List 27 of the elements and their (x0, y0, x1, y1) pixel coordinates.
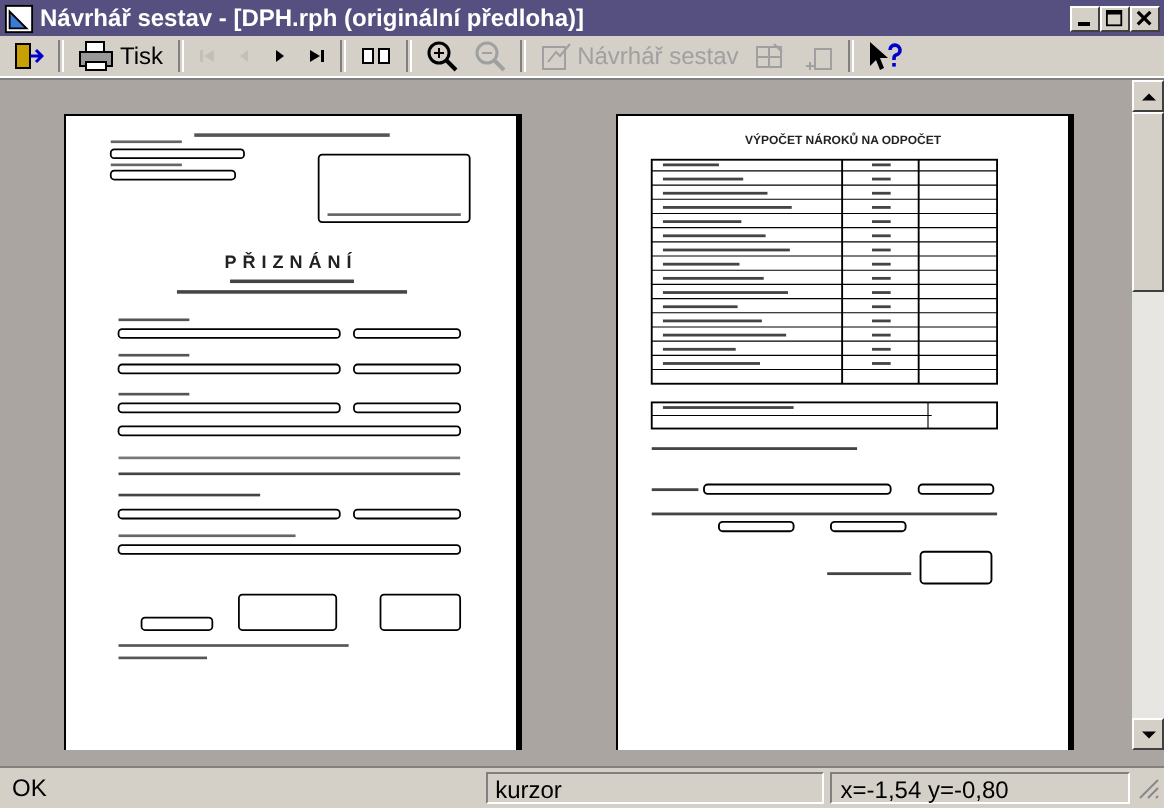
horizontal-scrollbar[interactable] (0, 750, 1164, 768)
coordinates-panel: x=-1,54 y=-0,80 (830, 772, 1131, 804)
zoom-out-icon (473, 40, 506, 72)
mode-panel: kurzor (485, 772, 825, 804)
print-button[interactable]: Tisk (70, 36, 172, 76)
printer-icon (78, 40, 114, 72)
close-button[interactable] (1130, 5, 1160, 31)
app-icon (4, 3, 34, 33)
chart-edit-icon (539, 40, 572, 72)
maximize-button[interactable] (1100, 5, 1130, 31)
last-page-icon (305, 46, 326, 66)
minimize-icon (1077, 22, 1089, 26)
close-icon (1136, 9, 1154, 27)
resize-grip-icon (1136, 776, 1160, 800)
status-message: OK (10, 772, 49, 804)
grid-icon (754, 40, 787, 72)
vertical-scrollbar[interactable] (1132, 80, 1164, 750)
two-pages-icon (359, 44, 392, 68)
help-icon (868, 40, 905, 72)
window-title: Návrhář sestav - [DPH.rph (originální předloha)] (40, 4, 585, 32)
scroll-down-icon[interactable] (1141, 727, 1155, 741)
maximize-icon (1106, 9, 1124, 27)
exit-door-icon (12, 40, 44, 72)
minimize-button[interactable] (1070, 5, 1100, 31)
zoom-in-icon (425, 40, 458, 72)
form-heading: PŘIZNÁNÍ (224, 252, 358, 273)
scroll-up-icon[interactable] (1141, 89, 1155, 103)
